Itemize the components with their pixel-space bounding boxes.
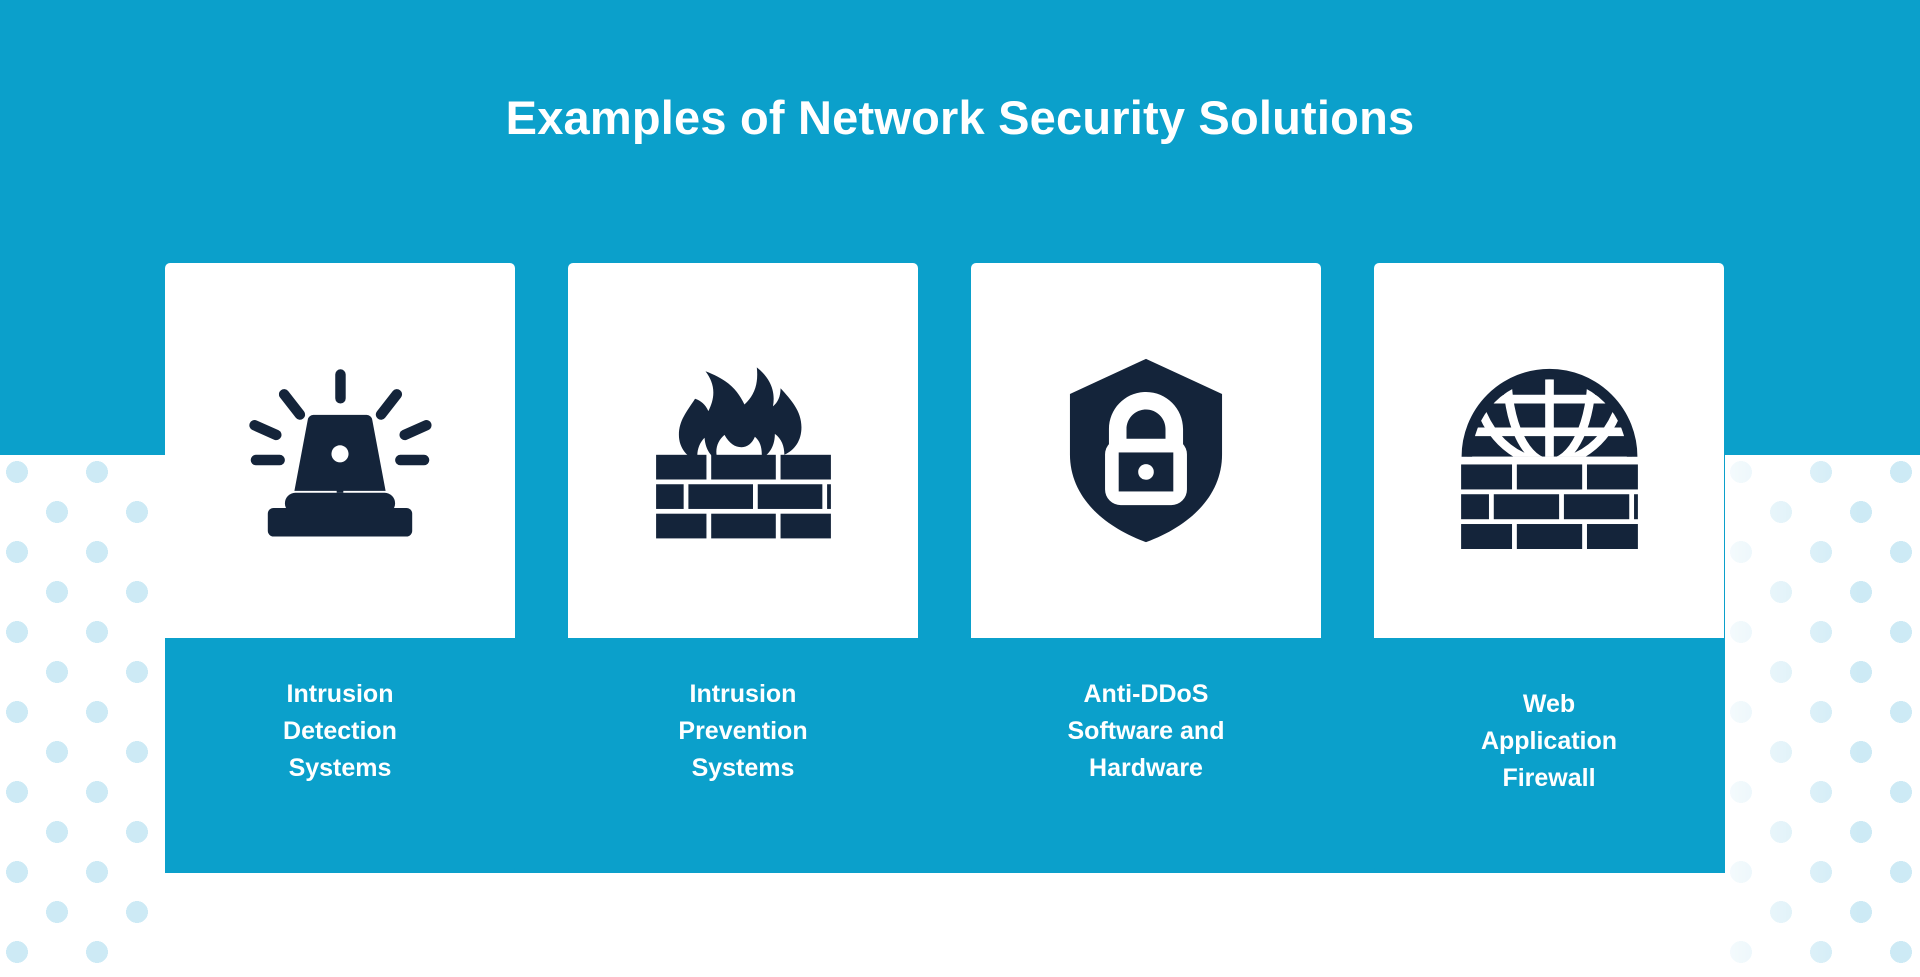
solution-card-anti-ddos-software-and-hardware[interactable]: Anti-DDoS Software and Hardware: [971, 263, 1321, 873]
brick-wall: [1460, 463, 1638, 549]
shield-lock-icon: [1069, 358, 1223, 543]
infographic-stage: Examples of Network Security Solutions I…: [0, 0, 1920, 977]
card-label-area: Anti-DDoS Software and Hardware: [971, 638, 1321, 873]
card-icon-area: [971, 263, 1321, 638]
card-icon-area: [165, 263, 515, 638]
dot-pattern-right: [1724, 455, 1920, 977]
card-icon-area: [1374, 263, 1724, 638]
solution-card-web-application-firewall[interactable]: Web Application Firewall: [1374, 263, 1724, 873]
globe-brick-wall-icon: [1460, 368, 1638, 549]
card-label: Intrusion Prevention Systems: [678, 680, 808, 782]
dot-pattern-left: [0, 455, 166, 977]
solution-card-intrusion-detection-systems[interactable]: Intrusion Detection Systems: [165, 263, 515, 873]
solution-card-intrusion-prevention-systems[interactable]: Intrusion Prevention Systems: [568, 263, 918, 873]
card-label: Anti-DDoS Software and Hardware: [1067, 680, 1225, 782]
card-label-area: Intrusion Prevention Systems: [568, 638, 918, 873]
card-label-area: Intrusion Detection Systems: [165, 638, 515, 873]
solution-card-list: Intrusion Detection Systems Intrusion Pr…: [165, 263, 1725, 873]
alarm-siren-icon: [249, 368, 432, 536]
firewall-flame-brick-icon: [655, 366, 831, 538]
card-label-area: Web Application Firewall: [1374, 638, 1724, 873]
globe-dome: [1461, 368, 1637, 457]
card-label: Intrusion Detection Systems: [283, 680, 397, 782]
page-title: Examples of Network Security Solutions: [505, 91, 1415, 144]
card-icon-area: [568, 263, 918, 638]
card-label: Web Application Firewall: [1480, 690, 1618, 792]
